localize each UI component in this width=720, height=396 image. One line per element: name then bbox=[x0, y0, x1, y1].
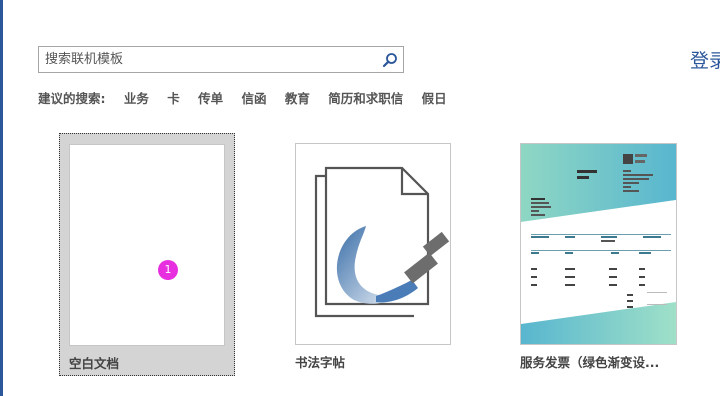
suggested-searches-label: 建议的搜索: bbox=[38, 91, 106, 106]
search-icon bbox=[382, 53, 397, 68]
search-button[interactable] bbox=[381, 51, 399, 69]
calligraphy-thumbnail bbox=[295, 143, 451, 345]
signin-link[interactable]: 登录 bbox=[690, 46, 720, 73]
suggested-search-link[interactable]: 信函 bbox=[241, 88, 266, 107]
search-input[interactable] bbox=[39, 47, 375, 72]
window-left-border bbox=[0, 0, 3, 396]
invoice-preview-graphic bbox=[521, 144, 676, 344]
template-caption: 书法字帖 bbox=[295, 355, 346, 370]
suggested-search-link[interactable]: 卡 bbox=[167, 88, 180, 107]
suggested-search-link[interactable]: 简历和求职信 bbox=[328, 88, 403, 107]
suggested-search-link[interactable]: 假日 bbox=[422, 88, 447, 107]
calligraphy-icon bbox=[314, 166, 450, 318]
blank-document-thumbnail bbox=[69, 144, 225, 346]
template-search-box bbox=[38, 46, 404, 73]
suggested-searches: 建议的搜索: 业务 卡 传单 信函 教育 简历和求职信 假日 bbox=[38, 88, 461, 106]
template-tile-invoice[interactable]: 服务发票（绿色渐变设... bbox=[520, 143, 677, 373]
suggested-search-link[interactable]: 业务 bbox=[124, 88, 149, 107]
suggested-search-link[interactable]: 教育 bbox=[285, 88, 310, 107]
template-caption: 空白文档 bbox=[69, 356, 120, 371]
template-tile-blank[interactable]: 空白文档 bbox=[59, 133, 235, 376]
template-tile-calligraphy[interactable]: 书法字帖 bbox=[295, 143, 451, 373]
template-caption: 服务发票（绿色渐变设... bbox=[520, 355, 660, 370]
suggested-search-link[interactable]: 传单 bbox=[198, 88, 223, 107]
step-badge: 1 bbox=[158, 260, 178, 280]
invoice-thumbnail bbox=[520, 143, 677, 345]
